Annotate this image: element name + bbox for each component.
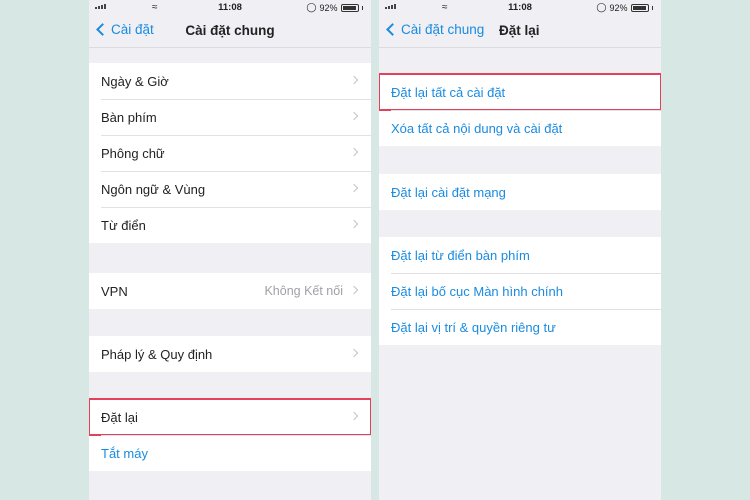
reset-option-label: Đặt lại cài đặt mạng bbox=[391, 184, 506, 200]
phone-screen-general-settings: ≈ 11:08 ◯ 92% Cài đặt Cài đặt chung Ngày… bbox=[89, 0, 371, 500]
navigation-bar: Cài đặt chung Đặt lại bbox=[379, 15, 661, 48]
shutdown-label: Tắt máy bbox=[101, 445, 148, 461]
settings-group-general: Ngày & Giờ Bàn phím Phông chữ Ngôn ngữ &… bbox=[89, 63, 371, 243]
orientation-lock-icon: ◯ bbox=[306, 2, 317, 12]
shutdown-button[interactable]: Tắt máy bbox=[89, 435, 371, 471]
settings-item-label: Ngày & Giờ bbox=[101, 73, 169, 89]
erase-all-content-button[interactable]: Xóa tất cả nội dung và cài đặt bbox=[379, 110, 661, 146]
reset-option-label: Đặt lại từ điển bàn phím bbox=[391, 247, 530, 263]
page-title: Cài đặt chung bbox=[185, 23, 275, 38]
settings-item-keyboard[interactable]: Bàn phím bbox=[89, 99, 371, 135]
reset-location-privacy-button[interactable]: Đặt lại vị trí & quyền riêng tư bbox=[379, 309, 661, 345]
reset-option-label: Xóa tất cả nội dung và cài đặt bbox=[391, 120, 563, 136]
reset-group-other: Đặt lại từ điển bàn phím Đặt lại bố cục … bbox=[379, 237, 661, 345]
vpn-status: Không Kết nối bbox=[264, 284, 343, 298]
settings-item-reset[interactable]: Đặt lại bbox=[89, 398, 371, 436]
settings-group-legal: Pháp lý & Quy định bbox=[89, 336, 371, 372]
page-title: Đặt lại bbox=[499, 23, 540, 38]
settings-item-label: Bàn phím bbox=[101, 109, 157, 125]
settings-item-label: Từ điển bbox=[101, 217, 146, 233]
phone-screen-reset: ≈ 11:08 ◯ 92% Cài đặt chung Đặt lại Đặt … bbox=[379, 0, 661, 500]
reset-keyboard-dictionary-button[interactable]: Đặt lại từ điển bàn phím bbox=[379, 237, 661, 273]
settings-item-date-time[interactable]: Ngày & Giờ bbox=[89, 63, 371, 99]
reset-group-settings: Đặt lại tất cả cài đặt Xóa tất cả nội du… bbox=[379, 73, 661, 146]
reset-home-screen-layout-button[interactable]: Đặt lại bố cục Màn hình chính bbox=[379, 273, 661, 309]
chevron-right-icon bbox=[349, 183, 359, 193]
back-button[interactable]: Cài đặt chung bbox=[385, 22, 484, 37]
chevron-left-icon bbox=[386, 23, 399, 36]
status-bar: ≈ 11:08 ◯ 92% bbox=[89, 0, 371, 15]
chevron-right-icon bbox=[349, 75, 359, 85]
settings-item-label: Pháp lý & Quy định bbox=[101, 346, 213, 362]
orientation-lock-icon: ◯ bbox=[596, 2, 607, 12]
settings-item-fonts[interactable]: Phông chữ bbox=[89, 135, 371, 171]
settings-item-label: Đặt lại bbox=[101, 409, 138, 425]
chevron-right-icon bbox=[349, 147, 359, 157]
reset-option-label: Đặt lại tất cả cài đặt bbox=[391, 84, 506, 100]
reset-network-settings-button[interactable]: Đặt lại cài đặt mạng bbox=[379, 174, 661, 210]
reset-all-settings-button[interactable]: Đặt lại tất cả cài đặt bbox=[379, 73, 661, 111]
settings-item-label: VPN bbox=[101, 283, 128, 299]
settings-item-dictionary[interactable]: Từ điển bbox=[89, 207, 371, 243]
back-label: Cài đặt chung bbox=[401, 22, 485, 37]
battery-icon bbox=[340, 3, 359, 12]
battery-percent: 92% bbox=[609, 2, 628, 13]
reset-option-label: Đặt lại vị trí & quyền riêng tư bbox=[391, 319, 556, 335]
settings-group-reset: Đặt lại Tắt máy bbox=[89, 398, 371, 471]
chevron-right-icon bbox=[349, 111, 359, 121]
chevron-right-icon bbox=[349, 348, 359, 358]
chevron-right-icon bbox=[349, 285, 359, 295]
chevron-right-icon bbox=[349, 219, 359, 229]
navigation-bar: Cài đặt Cài đặt chung bbox=[89, 15, 371, 48]
status-bar: ≈ 11:08 ◯ 92% bbox=[379, 0, 661, 15]
reset-option-label: Đặt lại bố cục Màn hình chính bbox=[391, 283, 563, 299]
battery-percent: 92% bbox=[319, 2, 338, 13]
settings-item-vpn[interactable]: VPN Không Kết nối bbox=[89, 273, 371, 309]
settings-item-language-region[interactable]: Ngôn ngữ & Vùng bbox=[89, 171, 371, 207]
settings-item-label: Phông chữ bbox=[101, 145, 165, 161]
settings-group-vpn: VPN Không Kết nối bbox=[89, 273, 371, 309]
chevron-right-icon bbox=[349, 411, 359, 421]
settings-item-legal[interactable]: Pháp lý & Quy định bbox=[89, 336, 371, 372]
settings-item-label: Ngôn ngữ & Vùng bbox=[101, 181, 206, 197]
reset-group-network: Đặt lại cài đặt mạng bbox=[379, 174, 661, 210]
battery-icon bbox=[630, 3, 649, 12]
